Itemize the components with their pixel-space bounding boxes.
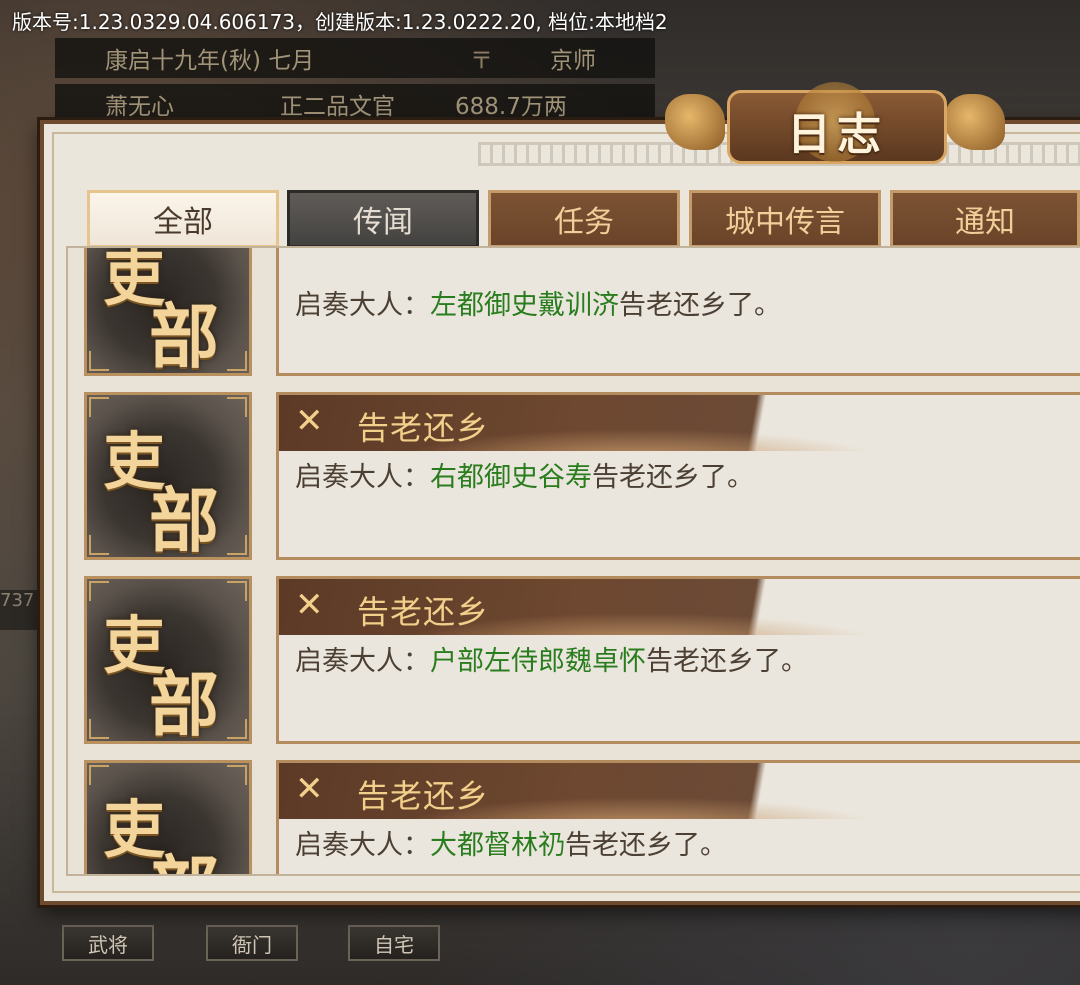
tab-city-gossip[interactable]: 城中传言 — [689, 190, 881, 248]
player-name: 萧无心 — [105, 94, 174, 120]
official-name: 左都御史戴训济 — [430, 290, 619, 321]
official-name: 户部左侍郎魏卓怀 — [430, 646, 646, 677]
right-lion-ornament — [945, 94, 1005, 150]
date-location-bar: 康启十九年(秋) 七月 〒 京师 — [55, 38, 655, 78]
log-entry[interactable]: 吏 部 ✕ 告老还乡 启奏大人：户部左侍郎魏卓怀告老还乡了。 — [84, 576, 1080, 744]
log-entry-title: 告老还乡 — [357, 409, 490, 447]
dialog-title: 日志 — [787, 109, 887, 160]
log-entry-text: 启奏大人：右都御史谷寿告老还乡了。 — [295, 462, 754, 493]
log-entry-text: 启奏大人：大都督林礽告老还乡了。 — [295, 830, 727, 861]
player-rank: 正二品文官 — [280, 94, 395, 120]
log-entry[interactable]: 吏 部 ✕ 告老还乡 启奏大人：大都督林礽告老还乡了。 — [84, 760, 1080, 874]
residence-button[interactable]: 自宅 — [348, 925, 440, 961]
version-info: 版本号:1.23.0329.04.606173，创建版本:1.23.0222.2… — [12, 10, 668, 34]
log-entry-panel: ✕ 告老还乡 启奏大人：右都御史谷寿告老还乡了。 — [276, 392, 1080, 560]
log-entry-title: 告老还乡 — [357, 593, 490, 631]
log-entry-panel: 启奏大人：左都御史戴训济告老还乡了。 — [276, 248, 1080, 376]
ministry-emblem: 吏 部 — [84, 760, 252, 874]
left-lion-ornament — [665, 94, 725, 150]
log-entry-text: 启奏大人：左都御史戴训济告老还乡了。 — [295, 290, 781, 321]
ministry-emblem: 吏 部 — [84, 248, 252, 376]
crossed-swords-icon: ✕ — [295, 769, 324, 809]
log-entry-panel: ✕ 告老还乡 启奏大人：户部左侍郎魏卓怀告老还乡了。 — [276, 576, 1080, 744]
location-icon: 〒 — [470, 48, 493, 74]
official-name: 大都督林礽 — [430, 830, 565, 861]
location-name: 京师 — [550, 48, 596, 74]
emblem-char: 部 — [149, 479, 219, 560]
ministry-emblem: 吏 部 — [84, 576, 252, 744]
official-name: 右都御史谷寿 — [430, 462, 592, 493]
emblem-char: 部 — [149, 833, 219, 874]
ministry-emblem: 吏 部 — [84, 392, 252, 560]
emblem-char: 部 — [149, 663, 219, 744]
tab-rumors[interactable]: 传闻 — [287, 190, 479, 248]
player-info-bar: 萧无心 正二品文官 688.7万两 — [55, 84, 655, 124]
crossed-swords-icon: ✕ — [295, 585, 324, 625]
log-entry[interactable]: 吏 部 启奏大人：左都御史戴训济告老还乡了。 — [84, 248, 1080, 376]
dialog-title-plaque: 日志 — [665, 82, 1005, 168]
log-entry[interactable]: 吏 部 ✕ 告老还乡 启奏大人：右都御史谷寿告老还乡了。 — [84, 392, 1080, 560]
log-entry-header: ✕ 告老还乡 — [279, 395, 1080, 451]
tab-tasks[interactable]: 任务 — [488, 190, 680, 248]
game-date: 康启十九年(秋) 七月 — [105, 48, 315, 74]
log-entry-title: 告老还乡 — [357, 777, 490, 815]
player-money: 688.7万两 — [455, 94, 567, 120]
log-entry-text: 启奏大人：户部左侍郎魏卓怀告老还乡了。 — [295, 646, 808, 677]
log-entry-header: ✕ 告老还乡 — [279, 763, 1080, 819]
generals-button[interactable]: 武将 — [62, 925, 154, 961]
crossed-swords-icon: ✕ — [295, 401, 324, 441]
tab-notices[interactable]: 通知 — [890, 190, 1080, 248]
log-entry-header: ✕ 告老还乡 — [279, 579, 1080, 635]
tab-all[interactable]: 全部 — [87, 190, 279, 248]
side-number: 737 — [0, 590, 40, 630]
yamen-button[interactable]: 衙门 — [206, 925, 298, 961]
emblem-char: 部 — [149, 295, 219, 376]
log-list[interactable]: 吏 部 启奏大人：左都御史戴训济告老还乡了。 吏 部 ✕ 告老还乡 启奏大人：右… — [66, 246, 1080, 876]
log-entry-panel: ✕ 告老还乡 启奏大人：大都督林礽告老还乡了。 — [276, 760, 1080, 874]
